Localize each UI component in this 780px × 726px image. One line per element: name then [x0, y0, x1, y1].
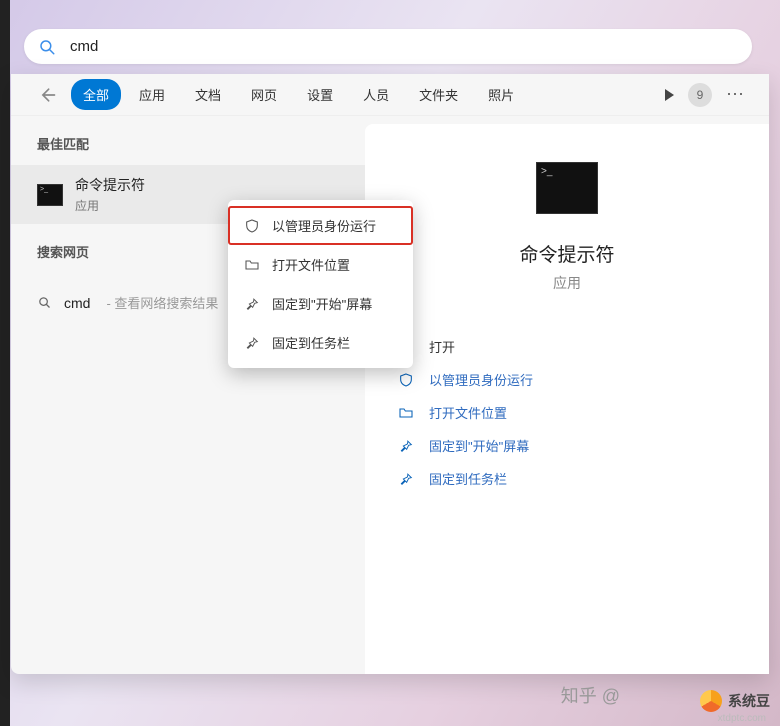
tab-设置[interactable]: 设置	[295, 79, 345, 110]
more-icon[interactable]: ⋯	[726, 84, 743, 105]
tab-照片[interactable]: 照片	[476, 79, 526, 110]
result-subtitle: 应用	[75, 197, 145, 214]
details-pane: 命令提示符 应用 打开以管理员身份运行打开文件位置固定到"开始"屏幕固定到任务栏	[365, 124, 769, 674]
brand-logo-icon	[700, 690, 722, 712]
context-以管理员身份运行[interactable]: 以管理员身份运行	[228, 206, 413, 245]
search-bar[interactable]	[24, 29, 752, 64]
count-badge[interactable]: 9	[688, 83, 712, 107]
search-icon	[38, 38, 56, 56]
tab-网页[interactable]: 网页	[239, 79, 289, 110]
action-open[interactable]: 打开	[393, 337, 741, 356]
watermark-brand: 系统豆	[700, 690, 770, 712]
tab-人员[interactable]: 人员	[351, 79, 401, 110]
tab-文档[interactable]: 文档	[183, 79, 233, 110]
cmd-icon	[37, 184, 63, 206]
context-固定到任务栏[interactable]: 固定到任务栏	[228, 323, 413, 362]
folder-open-icon	[244, 257, 260, 273]
app-name: 命令提示符	[519, 240, 614, 267]
context-打开文件位置[interactable]: 打开文件位置	[228, 245, 413, 284]
web-query: cmd	[64, 295, 90, 311]
shield-icon	[397, 371, 415, 389]
section-best-match: 最佳匹配	[11, 134, 365, 153]
action-pintask[interactable]: 固定到任务栏	[393, 469, 741, 488]
search-results-panel: 全部应用文档网页设置人员文件夹照片 9 ⋯ 最佳匹配 命令提示符 应用 搜索网页…	[11, 74, 769, 674]
app-icon-large	[536, 162, 598, 214]
filter-tabs: 全部应用文档网页设置人员文件夹照片 9 ⋯	[11, 74, 769, 116]
watermark-zhihu: 知乎 @	[561, 682, 620, 708]
context-固定到"开始"屏幕[interactable]: 固定到"开始"屏幕	[228, 284, 413, 323]
pin-icon	[397, 437, 415, 455]
pin-icon	[244, 296, 260, 312]
tab-全部[interactable]: 全部	[71, 79, 121, 110]
context-menu: 以管理员身份运行打开文件位置固定到"开始"屏幕固定到任务栏	[228, 200, 413, 368]
folder-open-icon	[397, 404, 415, 422]
shield-icon	[244, 218, 260, 234]
search-input[interactable]	[70, 38, 738, 55]
magnifier-icon	[37, 295, 52, 310]
pin-icon	[244, 335, 260, 351]
pin-icon	[397, 470, 415, 488]
tab-应用[interactable]: 应用	[127, 79, 177, 110]
web-hint: - 查看网络搜索结果	[106, 293, 218, 312]
watermark-url: xtdptc.com	[718, 713, 766, 724]
app-type: 应用	[553, 273, 581, 293]
back-icon[interactable]	[37, 85, 57, 105]
action-pinstart[interactable]: 固定到"开始"屏幕	[393, 436, 741, 455]
play-icon[interactable]	[665, 89, 674, 101]
action-loc[interactable]: 打开文件位置	[393, 403, 741, 422]
result-title: 命令提示符	[75, 175, 145, 195]
action-runas[interactable]: 以管理员身份运行	[393, 370, 741, 389]
tab-文件夹[interactable]: 文件夹	[407, 79, 470, 110]
